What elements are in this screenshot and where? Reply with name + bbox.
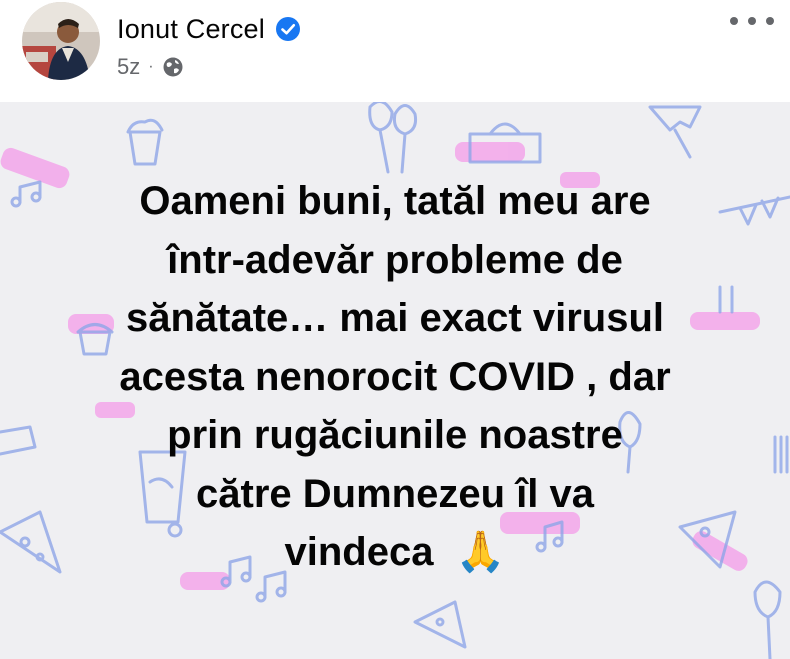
author-row: Ionut Cercel	[117, 12, 301, 46]
dot-icon	[748, 17, 756, 25]
meta-separator: ·	[148, 58, 154, 75]
post-message-text: Oameni buni, tatăl meu are într-adevăr p…	[119, 179, 671, 574]
more-options-icon[interactable]	[730, 6, 774, 36]
dot-icon	[730, 17, 738, 25]
post-timestamp[interactable]: 5z	[117, 54, 140, 80]
post-header: Ionut Cercel 5z ·	[0, 0, 790, 102]
post-background: Oameni buni, tatăl meu are într-adevăr p…	[0, 102, 790, 659]
profile-photo-image	[22, 2, 100, 80]
post-meta: 5z ·	[117, 52, 184, 82]
globe-icon	[162, 56, 184, 78]
author-avatar[interactable]	[22, 2, 100, 80]
verified-badge-icon	[275, 16, 301, 42]
folded-hands-emoji: 🙏	[455, 529, 506, 575]
post-message: Oameni buni, tatăl meu are într-adevăr p…	[40, 172, 750, 582]
author-name[interactable]: Ionut Cercel	[117, 14, 265, 45]
dot-icon	[766, 17, 774, 25]
